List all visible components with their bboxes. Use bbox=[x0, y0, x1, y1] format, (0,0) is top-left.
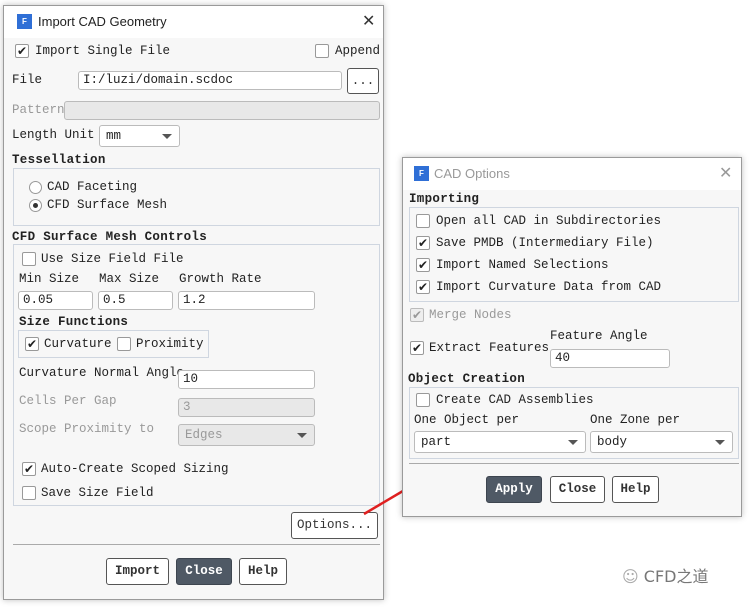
import-curvature-checkbox[interactable]: ✔ bbox=[416, 280, 430, 294]
save-size-field-checkbox[interactable] bbox=[22, 486, 36, 500]
title-bar: F Import CAD Geometry ✕ bbox=[4, 6, 383, 38]
importing-header: Importing bbox=[409, 192, 480, 206]
length-unit-value: mm bbox=[106, 129, 122, 143]
curvature-label: Curvature bbox=[44, 337, 112, 351]
import-button[interactable]: Import bbox=[106, 558, 169, 585]
scope-proximity-label: Scope Proximity to bbox=[19, 422, 155, 436]
one-object-per-value: part bbox=[421, 435, 452, 449]
watermark-text: CFD之道 bbox=[643, 567, 709, 586]
append-label: Append bbox=[335, 44, 381, 58]
wechat-icon: ☺ bbox=[622, 567, 639, 586]
import-named-selections-label: Import Named Selections bbox=[436, 258, 609, 272]
proximity-label: Proximity bbox=[136, 337, 204, 351]
import-single-file-label: Import Single File bbox=[35, 44, 171, 58]
open-all-cad-label: Open all CAD in Subdirectories bbox=[436, 214, 662, 228]
import-single-file-checkbox[interactable]: ✔ bbox=[15, 44, 29, 58]
dialog-title: Import CAD Geometry bbox=[38, 14, 167, 29]
tessellation-header: Tessellation bbox=[12, 153, 106, 167]
one-object-per-label: One Object per bbox=[414, 413, 520, 427]
proximity-checkbox[interactable] bbox=[117, 337, 131, 351]
create-assemblies-label: Create CAD Assemblies bbox=[436, 393, 594, 407]
app-icon: F bbox=[17, 14, 32, 29]
merge-nodes-checkbox: ✔ bbox=[410, 308, 424, 322]
save-pmdb-checkbox[interactable]: ✔ bbox=[416, 236, 430, 250]
mesh-controls-header: CFD Surface Mesh Controls bbox=[12, 230, 208, 244]
size-functions-group: ✔ Curvature Proximity bbox=[18, 330, 209, 358]
object-creation-header: Object Creation bbox=[408, 372, 526, 386]
close-icon[interactable]: ✕ bbox=[362, 11, 375, 30]
importing-group: Open all CAD in Subdirectories ✔ Save PM… bbox=[409, 207, 739, 302]
chevron-down-icon bbox=[162, 134, 172, 139]
length-unit-select[interactable]: mm bbox=[99, 125, 180, 147]
file-label: File bbox=[12, 73, 43, 87]
watermark: ☺ CFD之道 bbox=[622, 563, 708, 587]
chevron-down-icon bbox=[297, 433, 307, 438]
help-button[interactable]: Help bbox=[612, 476, 659, 503]
apply-button[interactable]: Apply bbox=[486, 476, 542, 503]
divider bbox=[409, 463, 739, 464]
cells-per-gap-input: 3 bbox=[178, 398, 315, 417]
import-curvature-label: Import Curvature Data from CAD bbox=[436, 280, 662, 294]
close-button[interactable]: Close bbox=[550, 476, 605, 503]
growth-rate-label: Growth Rate bbox=[179, 272, 262, 286]
help-button[interactable]: Help bbox=[239, 558, 287, 585]
browse-button[interactable]: ... bbox=[347, 68, 379, 94]
size-functions-header: Size Functions bbox=[19, 315, 129, 329]
max-size-label: Max Size bbox=[99, 272, 160, 286]
dialog-title: CAD Options bbox=[434, 166, 510, 181]
one-object-per-select[interactable]: part bbox=[414, 431, 586, 453]
cad-faceting-label: CAD Faceting bbox=[47, 180, 138, 194]
merge-nodes-label: Merge Nodes bbox=[429, 308, 512, 322]
feature-angle-input[interactable]: 40 bbox=[550, 349, 670, 368]
length-unit-label: Length Unit bbox=[12, 128, 95, 142]
append-checkbox[interactable] bbox=[315, 44, 329, 58]
cfd-surface-mesh-radio[interactable] bbox=[29, 199, 42, 212]
cfd-surface-mesh-label: CFD Surface Mesh bbox=[47, 198, 168, 212]
feature-angle-label: Feature Angle bbox=[550, 329, 648, 343]
save-pmdb-label: Save PMDB (Intermediary File) bbox=[436, 236, 654, 250]
chevron-down-icon bbox=[568, 440, 578, 445]
title-bar: F CAD Options ✕ bbox=[403, 158, 741, 190]
curvature-normal-angle-label: Curvature Normal Angle bbox=[19, 366, 185, 380]
create-assemblies-checkbox[interactable] bbox=[416, 393, 430, 407]
import-named-selections-checkbox[interactable]: ✔ bbox=[416, 258, 430, 272]
one-zone-per-value: body bbox=[597, 435, 628, 449]
use-size-field-label: Use Size Field File bbox=[41, 252, 184, 266]
curvature-checkbox[interactable]: ✔ bbox=[25, 337, 39, 351]
curvature-normal-angle-input[interactable]: 10 bbox=[178, 370, 315, 389]
file-input[interactable]: I:/luzi/domain.scdoc bbox=[78, 71, 342, 90]
scope-proximity-select: Edges bbox=[178, 424, 315, 446]
object-creation-group: Create CAD Assemblies One Object per One… bbox=[409, 387, 739, 459]
import-cad-dialog: F Import CAD Geometry ✕ ✔ Import Single … bbox=[3, 5, 384, 600]
close-icon[interactable]: ✕ bbox=[719, 163, 732, 182]
one-zone-per-select[interactable]: body bbox=[590, 431, 733, 453]
min-size-label: Min Size bbox=[19, 272, 80, 286]
auto-create-checkbox[interactable]: ✔ bbox=[22, 462, 36, 476]
growth-rate-input[interactable]: 1.2 bbox=[178, 291, 315, 310]
use-size-field-checkbox[interactable] bbox=[22, 252, 36, 266]
pattern-input bbox=[64, 101, 380, 120]
scope-proximity-value: Edges bbox=[185, 428, 223, 442]
pattern-label: Pattern bbox=[12, 103, 65, 117]
chevron-down-icon bbox=[715, 440, 725, 445]
close-button[interactable]: Close bbox=[176, 558, 232, 585]
app-icon: F bbox=[414, 166, 429, 181]
cad-options-dialog: F CAD Options ✕ Importing Open all CAD i… bbox=[402, 157, 742, 517]
min-size-input[interactable]: 0.05 bbox=[18, 291, 93, 310]
auto-create-label: Auto-Create Scoped Sizing bbox=[41, 462, 229, 476]
max-size-input[interactable]: 0.5 bbox=[98, 291, 173, 310]
divider bbox=[13, 544, 380, 545]
cad-faceting-radio[interactable] bbox=[29, 181, 42, 194]
mesh-controls-group: Use Size Field File Min Size Max Size Gr… bbox=[13, 244, 380, 506]
save-size-field-label: Save Size Field bbox=[41, 486, 154, 500]
extract-features-checkbox[interactable]: ✔ bbox=[410, 341, 424, 355]
one-zone-per-label: One Zone per bbox=[590, 413, 681, 427]
open-all-cad-checkbox[interactable] bbox=[416, 214, 430, 228]
extract-features-label: Extract Features bbox=[429, 341, 550, 355]
tessellation-group: CAD Faceting CFD Surface Mesh bbox=[13, 168, 380, 226]
cells-per-gap-label: Cells Per Gap bbox=[19, 394, 117, 408]
